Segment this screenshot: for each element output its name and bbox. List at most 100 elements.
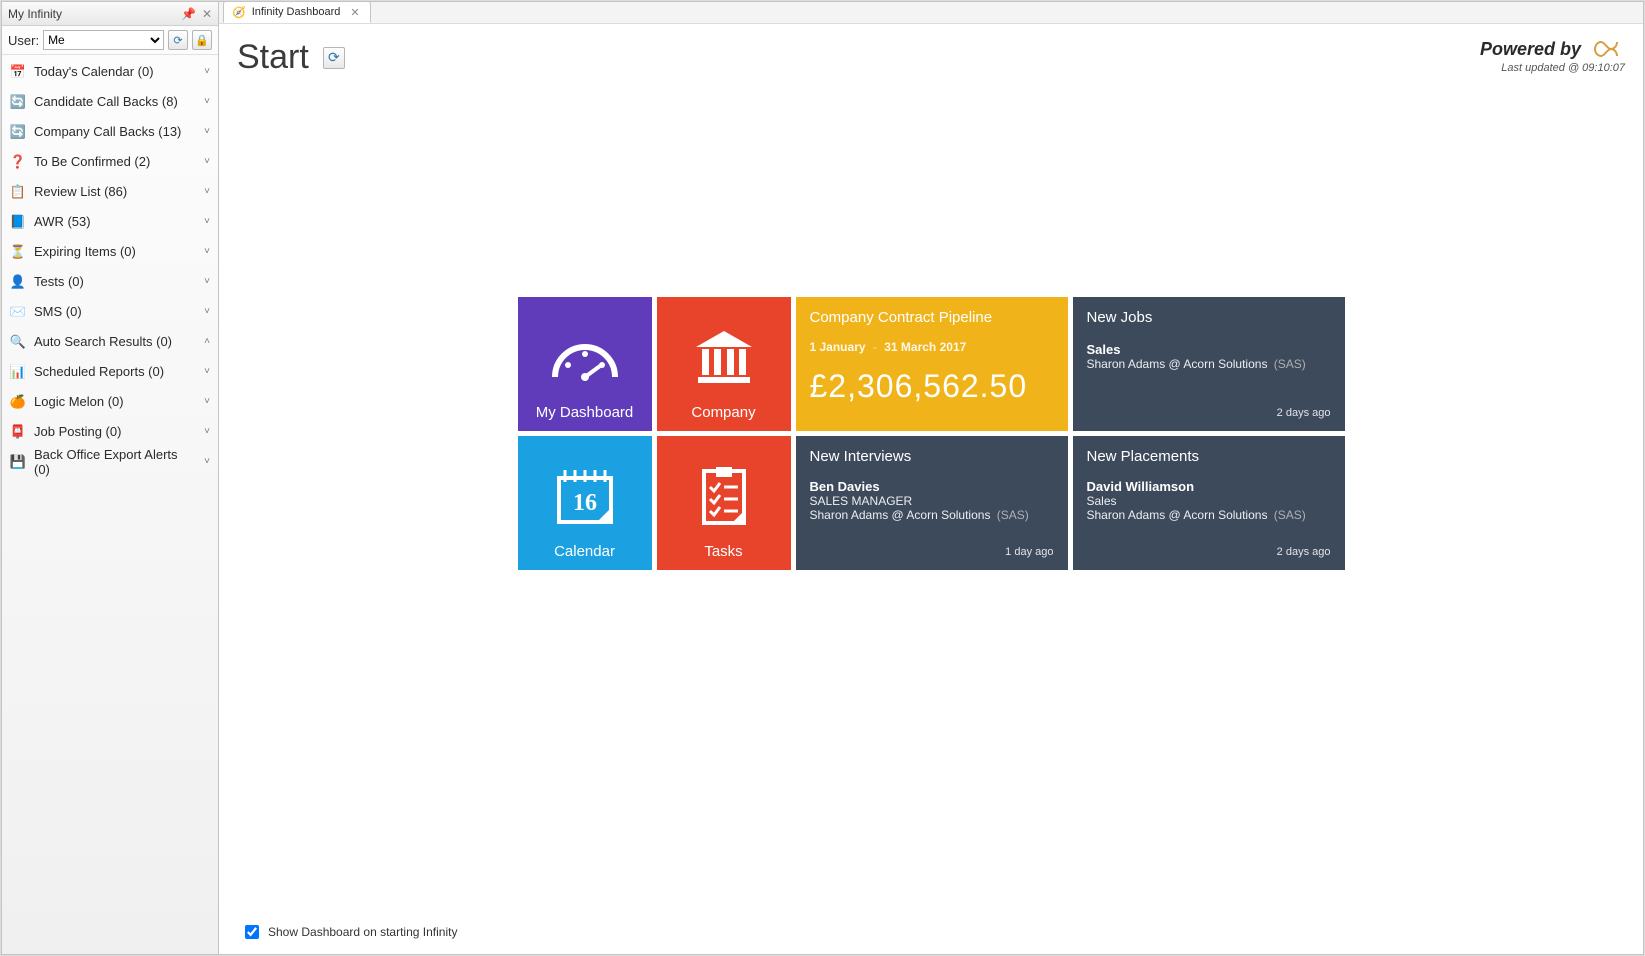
sidebar-item-icon: 📅: [10, 64, 26, 80]
sidebar-item-icon: ✉️: [10, 304, 26, 320]
powered-by-block: Powered by Last updated @ 09:10:07: [1480, 38, 1625, 74]
tile-new-jobs[interactable]: New Jobs Sales Sharon Adams @ Acorn Solu…: [1073, 297, 1345, 431]
calendar-icon: 16: [553, 448, 617, 543]
pipeline-amount: £2,306,562.50: [810, 368, 1054, 405]
tab-close-icon[interactable]: ✕: [346, 6, 359, 19]
sidebar-item-label: Job Posting (0): [34, 424, 196, 439]
chevron-down-icon[interactable]: ˅: [204, 96, 210, 107]
footer-bar: Show Dashboard on starting Infinity: [237, 920, 1625, 944]
tile-company[interactable]: Company: [657, 297, 791, 431]
clipboard-icon: [698, 448, 750, 543]
chevron-down-icon[interactable]: ˅: [204, 276, 210, 287]
sidebar-item-label: To Be Confirmed (2): [34, 154, 196, 169]
job-line1: Sales: [1087, 342, 1331, 357]
chevron-down-icon[interactable]: ˅: [204, 156, 210, 167]
job-line2: Sharon Adams @ Acorn Solutions (SAS): [1087, 357, 1331, 371]
chevron-up-icon[interactable]: ˄: [204, 336, 210, 347]
sidebar-item[interactable]: 📋 Review List (86) ˅: [2, 177, 218, 207]
sidebar-item-icon: 📊: [10, 364, 26, 380]
sidebar-item-icon: 💾: [10, 454, 26, 470]
user-select[interactable]: Me: [43, 30, 164, 50]
sidebar-item[interactable]: ⏳ Expiring Items (0) ˅: [2, 237, 218, 267]
sidebar-item[interactable]: 🍊 Logic Melon (0) ˅: [2, 387, 218, 417]
chevron-down-icon[interactable]: ˅: [204, 306, 210, 317]
tile-new-interviews[interactable]: New Interviews Ben Davies SALES MANAGER …: [796, 436, 1068, 570]
pipeline-date-range: 1 January - 31 March 2017: [810, 340, 1054, 354]
sidebar-item[interactable]: ✉️SMS (0)˅: [2, 297, 218, 327]
refresh-dashboard-button[interactable]: ⟳: [323, 47, 345, 69]
page-title: Start: [237, 38, 309, 77]
lock-button[interactable]: 🔒: [192, 30, 212, 50]
sidebar-item-icon: 🔄: [10, 94, 26, 110]
tile-new-placements[interactable]: New Placements David Williamson Sales Sh…: [1073, 436, 1345, 570]
user-label: User:: [8, 33, 39, 48]
tile-pipeline[interactable]: Company Contract Pipeline 1 January - 31…: [796, 297, 1068, 431]
close-icon[interactable]: ✕: [202, 7, 212, 21]
sidebar-item-label: AWR (53): [34, 214, 196, 229]
sidebar-item-label: Back Office Export Alerts (0): [34, 447, 196, 477]
tile-my-dashboard[interactable]: My Dashboard: [518, 297, 652, 431]
interview-company: Sharon Adams @ Acorn Solutions (SAS): [810, 508, 1054, 522]
sidebar-item[interactable]: 📅 Today's Calendar (0) ˅: [2, 57, 218, 87]
tab-label: Infinity Dashboard: [252, 6, 341, 18]
placement-company: Sharon Adams @ Acorn Solutions (SAS): [1087, 508, 1331, 522]
infinity-logo-icon: [1587, 38, 1625, 60]
sidebar-item-label: Company Call Backs (13): [34, 124, 196, 139]
chevron-down-icon[interactable]: ˅: [204, 216, 210, 227]
sidebar-item-label: Expiring Items (0): [34, 244, 196, 259]
sidebar-item[interactable]: 🔄 Candidate Call Backs (8) ˅: [2, 87, 218, 117]
sidebar-item[interactable]: ❓To Be Confirmed (2)˅: [2, 147, 218, 177]
refresh-button[interactable]: ⟳: [168, 30, 188, 50]
sidebar-item-icon: 🍊: [10, 394, 26, 410]
sidebar-item-label: Scheduled Reports (0): [34, 364, 196, 379]
sidebar-item-icon: ⏳: [10, 244, 26, 260]
tile-grid: My Dashboard Company Company Contract Pi…: [518, 297, 1345, 570]
placement-name: David Williamson: [1087, 479, 1331, 494]
sidebar-item-label: Tests (0): [34, 274, 196, 289]
interview-name: Ben Davies: [810, 479, 1054, 494]
svg-text:16: 16: [573, 490, 597, 516]
dash: -: [869, 340, 881, 354]
main-area: 🧭 Infinity Dashboard ✕ Start ⟳ Powered b…: [219, 1, 1644, 955]
tile-calendar[interactable]: 16 Calendar: [518, 436, 652, 570]
chevron-down-icon[interactable]: ˅: [204, 456, 210, 467]
chevron-down-icon[interactable]: ˅: [204, 186, 210, 197]
sidebar-item-label: Review List (86): [34, 184, 196, 199]
chevron-down-icon[interactable]: ˅: [204, 66, 210, 77]
gauge-icon: [550, 309, 620, 404]
tile-title: New Interviews: [810, 448, 1054, 465]
tile-time: 1 day ago: [1005, 546, 1053, 558]
tab-infinity-dashboard[interactable]: 🧭 Infinity Dashboard ✕: [223, 1, 371, 23]
sidebar-item[interactable]: 💾 Back Office Export Alerts (0) ˅: [2, 447, 218, 477]
sidebar-item-icon: 🔄: [10, 124, 26, 140]
tile-title: New Placements: [1087, 448, 1331, 465]
pin-icon[interactable]: 📌: [181, 7, 196, 21]
show-dashboard-checkbox[interactable]: [245, 925, 259, 939]
sidebar-item-label: Auto Search Results (0): [34, 334, 196, 349]
chevron-down-icon[interactable]: ˅: [204, 126, 210, 137]
tile-label: Calendar: [554, 543, 615, 560]
page-title-row: Start ⟳: [237, 38, 345, 77]
tile-title: Company Contract Pipeline: [810, 309, 1054, 326]
sidebar-item[interactable]: 🔄 Company Call Backs (13) ˅: [2, 117, 218, 147]
chevron-down-icon[interactable]: ˅: [204, 396, 210, 407]
tile-tasks[interactable]: Tasks: [657, 436, 791, 570]
last-updated-label: Last updated @ 09:10:07: [1480, 62, 1625, 74]
sidebar-item-label: Today's Calendar (0): [34, 64, 196, 79]
chevron-down-icon[interactable]: ˅: [204, 366, 210, 377]
tab-bar: 🧭 Infinity Dashboard ✕: [219, 2, 1643, 24]
sidebar-item-label: Candidate Call Backs (8): [34, 94, 196, 109]
tile-title: New Jobs: [1087, 309, 1331, 326]
tile-label: Tasks: [704, 543, 742, 560]
sidebar-item[interactable]: 👤Tests (0)˅: [2, 267, 218, 297]
sidebar-item[interactable]: 📮Job Posting (0)˅: [2, 417, 218, 447]
sidebar-item-icon: 📋: [10, 184, 26, 200]
sidebar-item[interactable]: 🔍Auto Search Results (0)˄: [2, 327, 218, 357]
chevron-down-icon[interactable]: ˅: [204, 426, 210, 437]
sidebar-nav: 📅 Today's Calendar (0) ˅ 🔄 Candidate Call Ba…: [2, 55, 218, 479]
placement-role: Sales: [1087, 494, 1331, 508]
chevron-down-icon[interactable]: ˅: [204, 246, 210, 257]
sidebar-item[interactable]: 📘AWR (53)˅: [2, 207, 218, 237]
sidebar-item[interactable]: 📊 Scheduled Reports (0) ˅: [2, 357, 218, 387]
sidebar-item-label: Logic Melon (0): [34, 394, 196, 409]
